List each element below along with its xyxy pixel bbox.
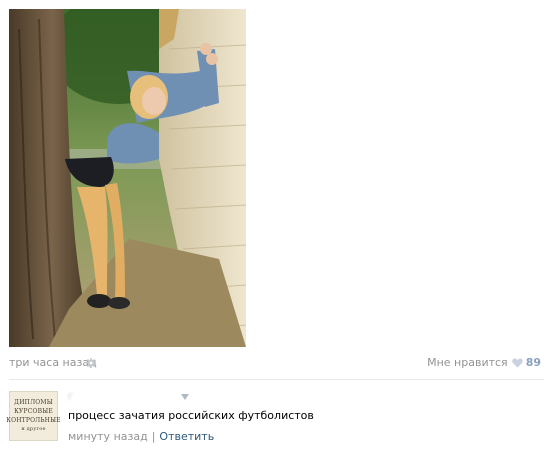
heart-icon (511, 358, 523, 368)
avatar-text-line: КОНТРОЛЬНЫЕ (6, 417, 61, 424)
comment-author[interactable]: Г (68, 393, 74, 403)
comment-author-name: Г (68, 393, 74, 403)
like-button[interactable]: Мне нравится 89 (427, 356, 541, 370)
avatar-text-line: и другое (21, 426, 46, 432)
avatar-text-line: КУРСОВЫЕ (14, 408, 53, 415)
post-photo[interactable] (9, 9, 246, 347)
comment-time[interactable]: минуту назад (68, 430, 148, 443)
comment-avatar[interactable]: ДИПЛОМЫ КУРСОВЫЕ КОНТРОЛЬНЫЕ и другое (6, 391, 61, 441)
comment-meta: минуту назад | Ответить (68, 430, 214, 444)
chevron-down-icon[interactable] (181, 394, 189, 400)
post-photo-image (9, 9, 246, 347)
reply-link[interactable]: Ответить (159, 430, 214, 443)
like-count: 89 (525, 356, 541, 369)
post-time[interactable]: три часа назад (9, 356, 97, 370)
avatar-text-line: ДИПЛОМЫ (14, 399, 53, 406)
comment-text: процесс зачатия российских футболистов (68, 409, 314, 422)
gear-icon[interactable] (86, 358, 96, 368)
comment-separator: | (151, 430, 156, 443)
post-meta: три часа назад Мне нравится 89 (9, 356, 541, 370)
like-label: Мне нравится (427, 356, 508, 369)
divider (9, 379, 544, 380)
